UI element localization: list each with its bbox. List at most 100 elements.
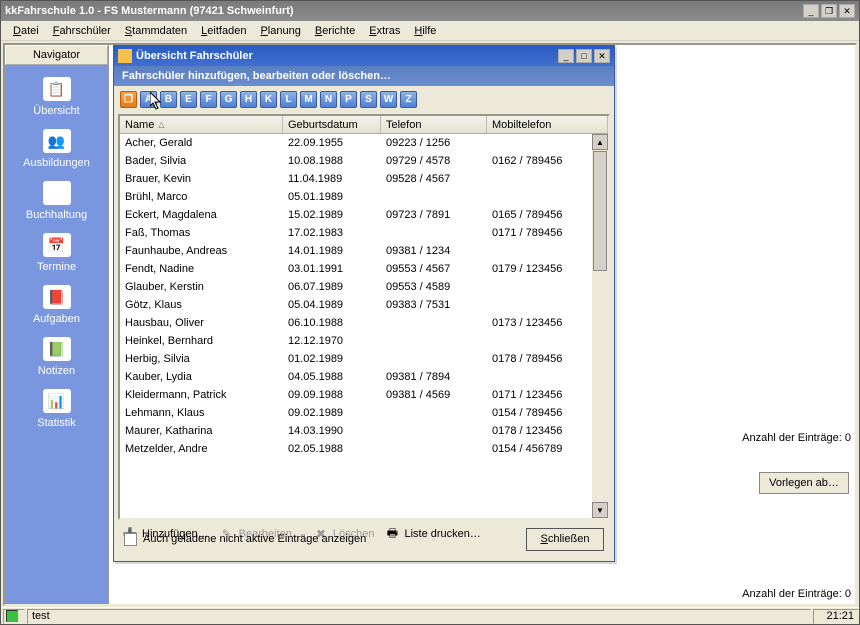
cell-dob: 05.04.1989 xyxy=(283,299,381,311)
alpha-all-button[interactable]: ❐ xyxy=(120,91,137,108)
menu-leitfaden[interactable]: Leitfaden xyxy=(195,23,252,39)
nav-label: Aufgaben xyxy=(33,313,80,325)
cell-dob: 14.03.1990 xyxy=(283,425,381,437)
alpha-button-w[interactable]: W xyxy=(380,91,397,108)
menu-fahrschüler[interactable]: Fahrschüler xyxy=(47,23,117,39)
cell-name: Acher, Gerald xyxy=(120,137,283,149)
alpha-button-z[interactable]: Z xyxy=(400,91,417,108)
vertical-scrollbar[interactable]: ▲ ▼ xyxy=(592,134,608,518)
cell-dob: 06.07.1989 xyxy=(283,281,381,293)
cell-tel: 09381 / 7894 xyxy=(381,371,487,383)
dialog-minimize-button[interactable]: _ xyxy=(558,49,574,63)
alpha-button-h[interactable]: H xyxy=(240,91,257,108)
menu-extras[interactable]: Extras xyxy=(363,23,406,39)
cell-name: Faunhaube, Andreas xyxy=(120,245,283,257)
cell-name: Faß, Thomas xyxy=(120,227,283,239)
nav-item-termine[interactable]: 📅Termine xyxy=(5,227,108,279)
table-row[interactable]: Kleidermann, Patrick09.09.198809381 / 45… xyxy=(120,386,608,404)
navigator-sidebar: Navigator 📋Übersicht👥Ausbildungen🖨Buchha… xyxy=(5,45,109,604)
cell-dob: 12.12.1970 xyxy=(283,335,381,347)
cell-name: Herbig, Silvia xyxy=(120,353,283,365)
led-icon xyxy=(6,610,18,622)
table-row[interactable]: Eckert, Magdalena15.02.198909723 / 78910… xyxy=(120,206,608,224)
menu-berichte[interactable]: Berichte xyxy=(309,23,361,39)
cell-dob: 22.09.1955 xyxy=(283,137,381,149)
nav-item-aufgaben[interactable]: 📕Aufgaben xyxy=(5,279,108,331)
cell-dob: 10.08.1988 xyxy=(283,155,381,167)
alpha-button-f[interactable]: F xyxy=(200,91,217,108)
status-time: 21:21 xyxy=(813,609,859,624)
alpha-button-m[interactable]: M xyxy=(300,91,317,108)
scroll-up-button[interactable]: ▲ xyxy=(592,134,608,150)
nav-icon: 🖨 xyxy=(43,181,71,205)
application-window: kkFahrschule 1.0 - FS Mustermann (97421 … xyxy=(0,0,860,625)
alpha-button-l[interactable]: L xyxy=(280,91,297,108)
table-row[interactable]: Brauer, Kevin11.04.198909528 / 4567 xyxy=(120,170,608,188)
table-row[interactable]: Hausbau, Oliver06.10.19880173 / 123456 xyxy=(120,314,608,332)
alpha-button-p[interactable]: P xyxy=(340,91,357,108)
col-header-dob[interactable]: Geburtsdatum xyxy=(283,116,381,133)
col-header-tel[interactable]: Telefon xyxy=(381,116,487,133)
statusbar: test 21:21 xyxy=(1,607,859,624)
dialog-close-button[interactable]: ✕ xyxy=(594,49,610,63)
nav-icon: 📊 xyxy=(43,389,71,413)
alpha-button-s[interactable]: S xyxy=(360,91,377,108)
cell-name: Kleidermann, Patrick xyxy=(120,389,283,401)
table-row[interactable]: Heinkel, Bernhard12.12.1970 xyxy=(120,332,608,350)
alpha-button-g[interactable]: G xyxy=(220,91,237,108)
cell-mob: 0179 / 123456 xyxy=(487,263,608,275)
cell-mob: 0171 / 123456 xyxy=(487,389,608,401)
menu-hilfe[interactable]: Hilfe xyxy=(408,23,442,39)
table-row[interactable]: Fendt, Nadine03.01.199109553 / 45670179 … xyxy=(120,260,608,278)
nav-item-übersicht[interactable]: 📋Übersicht xyxy=(5,71,108,123)
minimize-button[interactable]: _ xyxy=(803,4,819,18)
cell-tel: 09553 / 4589 xyxy=(381,281,487,293)
table-row[interactable]: Herbig, Silvia01.02.19890178 / 789456 xyxy=(120,350,608,368)
dialog-bottom-bar: Auch geladene nicht aktive Einträge anze… xyxy=(124,525,604,553)
nav-item-ausbildungen[interactable]: 👥Ausbildungen xyxy=(5,123,108,175)
nav-item-statistik[interactable]: 📊Statistik xyxy=(5,383,108,435)
nav-label: Termine xyxy=(37,261,76,273)
table-row[interactable]: Brühl, Marco05.01.1989 xyxy=(120,188,608,206)
scroll-down-button[interactable]: ▼ xyxy=(592,502,608,518)
table-row[interactable]: Götz, Klaus05.04.198909383 / 7531 xyxy=(120,296,608,314)
show-inactive-checkbox[interactable] xyxy=(124,533,137,546)
scroll-thumb[interactable] xyxy=(593,151,607,271)
close-button[interactable]: ✕ xyxy=(839,4,855,18)
cell-mob: 0154 / 789456 xyxy=(487,407,608,419)
cell-mob: 0178 / 789456 xyxy=(487,353,608,365)
cell-tel: 09223 / 1256 xyxy=(381,137,487,149)
alpha-button-k[interactable]: K xyxy=(260,91,277,108)
nav-item-buchhaltung[interactable]: 🖨Buchhaltung xyxy=(5,175,108,227)
table-row[interactable]: Glauber, Kerstin06.07.198909553 / 4589 xyxy=(120,278,608,296)
alpha-button-b[interactable]: B xyxy=(160,91,177,108)
cell-tel: 09553 / 4567 xyxy=(381,263,487,275)
alpha-button-n[interactable]: N xyxy=(320,91,337,108)
table-row[interactable]: Acher, Gerald22.09.195509223 / 1256 xyxy=(120,134,608,152)
status-text: test xyxy=(27,609,811,624)
alpha-button-a[interactable]: A xyxy=(140,91,157,108)
menu-datei[interactable]: Datei xyxy=(7,23,45,39)
table-row[interactable]: Bader, Silvia10.08.198809729 / 45780162 … xyxy=(120,152,608,170)
cell-name: Hausbau, Oliver xyxy=(120,317,283,329)
table-body: Acher, Gerald22.09.195509223 / 1256Bader… xyxy=(120,134,608,520)
col-header-mob[interactable]: Mobiltelefon xyxy=(487,116,608,133)
close-dialog-button[interactable]: Schließen xyxy=(526,528,604,551)
menu-stammdaten[interactable]: Stammdaten xyxy=(119,23,193,39)
nav-label: Übersicht xyxy=(33,105,79,117)
vorlegen-button[interactable]: Vorlegen ab… xyxy=(759,472,849,494)
restore-button[interactable]: ❐ xyxy=(821,4,837,18)
nav-item-notizen[interactable]: 📗Notizen xyxy=(5,331,108,383)
table-row[interactable]: Faß, Thomas17.02.19830171 / 789456 xyxy=(120,224,608,242)
alpha-button-e[interactable]: E xyxy=(180,91,197,108)
col-header-name[interactable]: Name△ xyxy=(120,116,283,133)
table-row[interactable]: Faunhaube, Andreas14.01.198909381 / 1234 xyxy=(120,242,608,260)
cell-name: Kauber, Lydia xyxy=(120,371,283,383)
dialog-maximize-button[interactable]: □ xyxy=(576,49,592,63)
table-row[interactable]: Lehmann, Klaus09.02.19890154 / 789456 xyxy=(120,404,608,422)
menu-planung[interactable]: Planung xyxy=(254,23,306,39)
table-row[interactable]: Kauber, Lydia04.05.198809381 / 7894 xyxy=(120,368,608,386)
sidebar-title: Navigator xyxy=(5,45,108,65)
table-row[interactable]: Maurer, Katharina14.03.19900178 / 123456 xyxy=(120,422,608,440)
table-row[interactable]: Metzelder, Andre02.05.19880154 / 456789 xyxy=(120,440,608,458)
